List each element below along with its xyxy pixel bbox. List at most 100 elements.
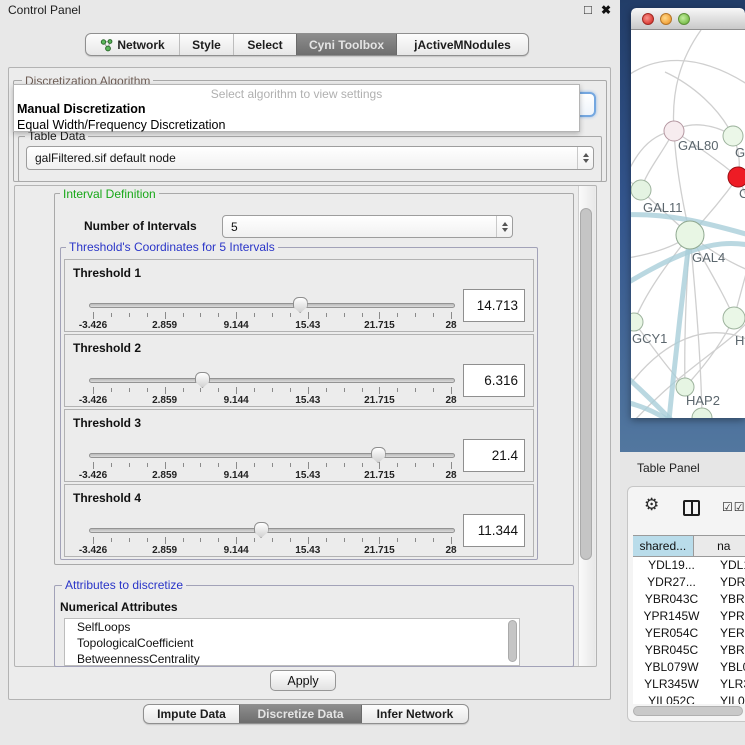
attribute-item[interactable]: BetweennessCentrality — [65, 651, 519, 666]
network-node[interactable] — [631, 180, 651, 200]
slider-tick — [183, 463, 184, 467]
network-node[interactable] — [676, 221, 704, 249]
slider-tick — [129, 388, 130, 392]
tab-network[interactable]: Network — [86, 34, 179, 55]
slider-tick — [290, 538, 291, 542]
column-header-name[interactable]: na — [694, 536, 745, 556]
attributes-scrollbar-thumb[interactable] — [508, 620, 517, 662]
table-row[interactable]: YDR27...YDR2 — [633, 574, 745, 591]
network-node[interactable] — [692, 408, 712, 418]
slider-thumb-icon[interactable] — [293, 297, 308, 313]
table-row[interactable]: YIL052CYIL0 — [633, 693, 745, 704]
threshold-value-field[interactable]: 6.316 — [463, 364, 525, 397]
slider-track[interactable] — [89, 453, 455, 458]
slider-tick — [236, 387, 237, 394]
table-row[interactable]: YBR043CYBR0 — [633, 591, 745, 608]
slider-tick — [272, 538, 273, 542]
tab-impute-data[interactable]: Impute Data — [144, 705, 239, 723]
network-window-titlebar[interactable] — [631, 8, 745, 30]
network-node[interactable] — [723, 307, 745, 329]
table-row[interactable]: YBR045CYBR0 — [633, 642, 745, 659]
attribute-item[interactable]: TopologicalCoefficient — [65, 635, 519, 651]
algorithm-option-manual[interactable]: Manual Discretization — [14, 101, 579, 117]
tab-select[interactable]: Select — [233, 34, 296, 55]
slider-track[interactable] — [89, 303, 455, 308]
slider-tick — [451, 312, 452, 319]
table-row[interactable]: YBL079WYBL0 — [633, 659, 745, 676]
algorithm-placeholder: Select algorithm to view settings — [14, 85, 579, 101]
numerical-attributes-list[interactable]: SelfLoopsTopologicalCoefficientBetweenne… — [64, 618, 520, 666]
slider-tick — [344, 538, 345, 542]
node-label: GAL80 — [678, 138, 718, 153]
table-body: YDL19...YDL1YDR27...YDR2YBR043CYBR0YPR14… — [633, 557, 745, 704]
table-row[interactable]: YER054CYER0 — [633, 625, 745, 642]
network-view-window[interactable]: GAL80GCGAL11GAL4GCY1HHAP2 — [631, 8, 745, 418]
slider-tick — [272, 463, 273, 467]
combo-stepper-icon[interactable] — [496, 216, 512, 237]
slider-tick — [236, 462, 237, 469]
threshold-value-field[interactable]: 11.344 — [463, 514, 525, 547]
slider-tick — [415, 388, 416, 392]
column-header-shared-name[interactable]: shared... — [633, 536, 694, 556]
slider-tick — [200, 538, 201, 542]
threshold-slider[interactable]: -3.4262.8599.14415.4321.71528 — [81, 371, 463, 405]
cell-name: YBR0 — [711, 642, 745, 659]
apply-button[interactable]: Apply — [270, 670, 336, 691]
slider-tick — [451, 537, 452, 544]
threshold-value-field[interactable]: 21.4 — [463, 439, 525, 472]
section-scrollbar-thumb[interactable] — [580, 208, 592, 560]
slider-thumb-icon[interactable] — [254, 522, 269, 538]
attribute-item[interactable]: SelfLoops — [65, 619, 519, 635]
network-node[interactable] — [631, 313, 643, 331]
checkboxes-icon[interactable]: ☑☑ — [722, 500, 745, 514]
number-of-intervals-combobox[interactable]: 5 — [222, 215, 513, 238]
combo-stepper-icon[interactable] — [577, 147, 593, 169]
gear-icon[interactable]: ⚙ — [644, 496, 659, 513]
network-edge — [673, 30, 701, 131]
slider-tick — [379, 387, 380, 394]
tab-cyni-toolbox[interactable]: Cyni Toolbox — [296, 34, 396, 55]
slider-tick — [308, 537, 309, 544]
number-of-intervals-value: 5 — [223, 220, 496, 234]
slider-tick — [93, 537, 94, 544]
slider-tick — [165, 387, 166, 394]
close-traffic-light-icon[interactable] — [642, 13, 654, 25]
slider-tick-label: 15.43 — [295, 545, 320, 556]
threshold-slider[interactable]: -3.4262.8599.14415.4321.71528 — [81, 446, 463, 480]
tab-jactivemnodules[interactable]: jActiveMNodules — [396, 34, 528, 55]
threshold-value-field[interactable]: 14.713 — [463, 289, 525, 322]
columns-icon[interactable] — [683, 500, 700, 516]
slider-tick — [147, 313, 148, 317]
network-canvas[interactable]: GAL80GCGAL11GAL4GCY1HHAP2 — [631, 30, 745, 418]
network-node[interactable] — [728, 167, 745, 187]
algorithm-option-equal-width[interactable]: Equal Width/Frequency Discretization — [14, 117, 579, 133]
tab-label: Infer Network — [377, 707, 454, 721]
threshold-row: Threshold 4-3.4262.8599.14415.4321.71528… — [64, 484, 534, 557]
slider-tick — [344, 313, 345, 317]
table-row[interactable]: YLR345WYLR3 — [633, 676, 745, 693]
slider-thumb-icon[interactable] — [371, 447, 386, 463]
table-horizontal-scrollbar[interactable] — [633, 706, 743, 716]
slider-track[interactable] — [89, 378, 455, 383]
slider-tick — [218, 538, 219, 542]
slider-tick-label: 28 — [445, 320, 456, 331]
table-row[interactable]: YDL19...YDL1 — [633, 557, 745, 574]
slider-thumb-icon[interactable] — [195, 372, 210, 388]
attributes-group-title: Attributes to discretize — [62, 578, 186, 592]
slider-track[interactable] — [89, 528, 455, 533]
float-window-icon[interactable]: □ — [584, 2, 592, 17]
tab-style[interactable]: Style — [179, 34, 233, 55]
tab-infer-network[interactable]: Infer Network — [361, 705, 468, 723]
table-row[interactable]: YPR145WYPR1 — [633, 608, 745, 625]
zoom-traffic-light-icon[interactable] — [678, 13, 690, 25]
thresholds-container: Threshold 1-3.4262.8599.14415.4321.71528… — [64, 259, 536, 559]
numerical-attributes-label: Numerical Attributes — [60, 600, 178, 614]
threshold-slider[interactable]: -3.4262.8599.14415.4321.71528 — [81, 296, 463, 330]
network-node[interactable] — [723, 126, 743, 146]
minimize-traffic-light-icon[interactable] — [660, 13, 672, 25]
table-data-combobox[interactable]: galFiltered.sif default node — [26, 146, 594, 170]
threshold-slider[interactable]: -3.4262.8599.14415.4321.71528 — [81, 521, 463, 555]
close-icon[interactable]: ✖ — [601, 3, 611, 17]
slider-tick — [397, 313, 398, 317]
tab-discretize-data[interactable]: Discretize Data — [239, 705, 361, 723]
